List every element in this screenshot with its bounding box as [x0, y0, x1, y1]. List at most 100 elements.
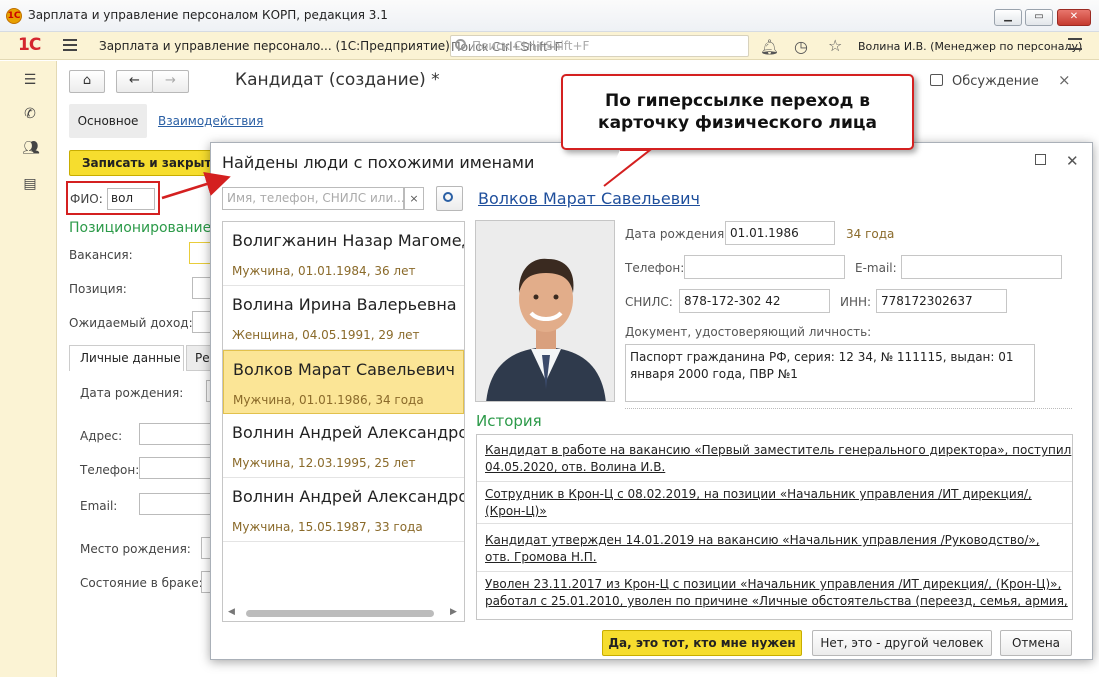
birth-date-label: Дата рождения:: [80, 386, 184, 400]
snils-label: СНИЛС:: [625, 295, 673, 309]
bell-icon[interactable]: 🔔︎: [760, 38, 779, 56]
search-icon: [443, 192, 453, 202]
subtab-personal-data[interactable]: Личные данные: [69, 345, 184, 371]
separator: [625, 408, 1072, 409]
form-close-icon[interactable]: ×: [1058, 71, 1071, 89]
birth-date-field: 01.01.1986: [725, 221, 835, 245]
users-icon[interactable]: 👥︎: [22, 140, 40, 156]
person-info: Мужчина, 15.05.1987, 33 года: [232, 520, 423, 534]
history-icon[interactable]: ◷: [794, 37, 808, 56]
phone-field: [684, 255, 845, 279]
history-separator: [477, 523, 1072, 524]
phone-input[interactable]: [139, 457, 211, 479]
save-close-button[interactable]: Записать и закрыть: [69, 150, 219, 176]
scroll-left-icon[interactable]: ◀: [228, 607, 235, 617]
document-label: Документ, удостоверяющий личность:: [625, 325, 872, 339]
vacancy-input[interactable]: [189, 242, 211, 264]
menu-icon[interactable]: [63, 39, 77, 51]
document-field: Паспорт гражданина РФ, серия: 12 34, № 1…: [625, 344, 1035, 402]
person-photo: [475, 220, 615, 402]
list-item[interactable]: Волнин Андрей Александрович Мужчина, 12.…: [223, 414, 464, 478]
phone-label: Телефон:: [80, 463, 140, 477]
person-info: Мужчина, 12.03.1995, 25 лет: [232, 456, 416, 470]
phone-icon[interactable]: ✆: [22, 106, 38, 122]
1c-logo: 1С: [18, 35, 41, 55]
window-title: Зарплата и управление персоналом КОРП, р…: [28, 8, 388, 22]
subtab-other[interactable]: Ре: [186, 345, 211, 371]
history-entry[interactable]: Кандидат в работе на вакансию «Первый за…: [485, 442, 1071, 476]
age-text: 34 года: [846, 227, 895, 241]
email-label: Email:: [80, 499, 118, 513]
annotation-callout: По гиперссылке переход в карточку физиче…: [561, 74, 914, 150]
person-name: Волков Марат Савельевич: [233, 360, 455, 379]
minimize-button[interactable]: ▁: [994, 9, 1022, 26]
list-item[interactable]: Волина Ирина Валерьевна Женщина, 04.05.1…: [223, 286, 464, 350]
star-icon[interactable]: ☆: [828, 36, 842, 55]
id-card-icon[interactable]: ▤: [22, 176, 38, 192]
menu-lines-icon[interactable]: ☰: [22, 72, 38, 88]
maximize-button[interactable]: ▭: [1025, 9, 1053, 26]
tab-main[interactable]: Основное: [69, 104, 147, 138]
address-input[interactable]: [139, 423, 211, 445]
list-item[interactable]: Волнин Андрей Александрович Мужчина, 15.…: [223, 478, 464, 542]
phone-label: Телефон:: [625, 261, 685, 275]
position-label: Позиция:: [69, 282, 127, 296]
person-name: Волнин Андрей Александрович: [232, 423, 464, 442]
history-title: История: [476, 412, 542, 430]
inn-label: ИНН:: [840, 295, 872, 309]
birth-place-label: Место рождения:: [80, 542, 191, 556]
different-person-button[interactable]: Нет, это - другой человек: [812, 630, 992, 656]
history-entry[interactable]: Сотрудник в Крон-Ц с 08.02.2019, на пози…: [485, 486, 1072, 520]
discussion-icon[interactable]: [930, 74, 943, 86]
address-label: Адрес:: [80, 429, 123, 443]
dialog-maximize-icon[interactable]: [1035, 154, 1046, 165]
person-info: Мужчина, 01.01.1984, 36 лет: [232, 264, 416, 278]
marital-status-label: Состояние в браке:: [80, 576, 203, 590]
discussion-link[interactable]: Обсуждение: [952, 74, 1039, 89]
dialog-title: Найдены люди с похожими именами: [222, 153, 535, 172]
people-list[interactable]: Волигжанин Назар Магомедович Мужчина, 01…: [222, 221, 465, 622]
search-icon: [455, 39, 466, 50]
dialog-close-icon[interactable]: ✕: [1066, 152, 1079, 170]
clear-search-button[interactable]: ×: [404, 187, 424, 210]
person-name: Волигжанин Назар Магомедович: [232, 231, 464, 250]
vacancy-label: Вакансия:: [69, 248, 133, 262]
expected-income-input[interactable]: [192, 311, 211, 333]
positioning-section-title: Позиционирование: [69, 220, 212, 236]
snils-field: 878-172-302 42: [679, 289, 830, 313]
cancel-button[interactable]: Отмена: [1000, 630, 1072, 656]
history-list[interactable]: Кандидат в работе на вакансию «Первый за…: [476, 434, 1073, 620]
settings-icon[interactable]: [1068, 38, 1082, 50]
history-separator: [477, 481, 1072, 482]
callout-text: По гиперссылке переход в карточку физиче…: [598, 91, 877, 133]
people-search-placeholder: Имя, телефон, СНИЛС или...: [227, 191, 405, 205]
list-item[interactable]: Волигжанин Назар Магомедович Мужчина, 01…: [223, 222, 464, 286]
form-title: Кандидат (создание) *: [235, 70, 440, 90]
fio-highlight-frame: [66, 181, 160, 215]
history-separator: [477, 571, 1072, 572]
confirm-same-person-button[interactable]: Да, это тот, кто мне нужен: [602, 630, 802, 656]
person-name: Волнин Андрей Александрович: [232, 487, 464, 506]
horizontal-scrollbar[interactable]: [246, 610, 434, 617]
scroll-right-icon[interactable]: ▶: [450, 607, 457, 617]
global-search-placeholder: Поиск Ctrl+Shift+F: [472, 39, 590, 53]
history-entry[interactable]: Кандидат утвержден 14.01.2019 на ваканси…: [485, 532, 1040, 566]
person-info: Мужчина, 01.01.1986, 34 года: [233, 393, 424, 407]
birth-date-label: Дата рождения:: [625, 227, 729, 241]
history-entry[interactable]: Уволен 23.11.2017 из Крон-Ц с позиции «Н…: [485, 576, 1072, 619]
tab-interactions[interactable]: Взаимодействия: [158, 114, 263, 128]
email-field: [901, 255, 1062, 279]
window-close-button[interactable]: ✕: [1057, 9, 1091, 26]
list-item-selected[interactable]: Волков Марат Савельевич Мужчина, 01.01.1…: [223, 350, 464, 414]
email-input[interactable]: [139, 493, 211, 515]
app-name: Зарплата и управление персонало... (1С:П…: [99, 39, 450, 53]
forward-button[interactable]: →: [152, 70, 189, 93]
home-button[interactable]: ⌂: [69, 70, 105, 93]
person-card-link[interactable]: Волков Марат Савельевич: [478, 189, 700, 208]
position-input[interactable]: [192, 277, 211, 299]
inn-field: 778172302637: [876, 289, 1007, 313]
current-user[interactable]: Волина И.В. (Менеджер по персоналу): [858, 40, 1082, 53]
back-button[interactable]: ←: [116, 70, 153, 93]
person-info: Женщина, 04.05.1991, 29 лет: [232, 328, 420, 342]
person-name: Волина Ирина Валерьевна: [232, 295, 457, 314]
